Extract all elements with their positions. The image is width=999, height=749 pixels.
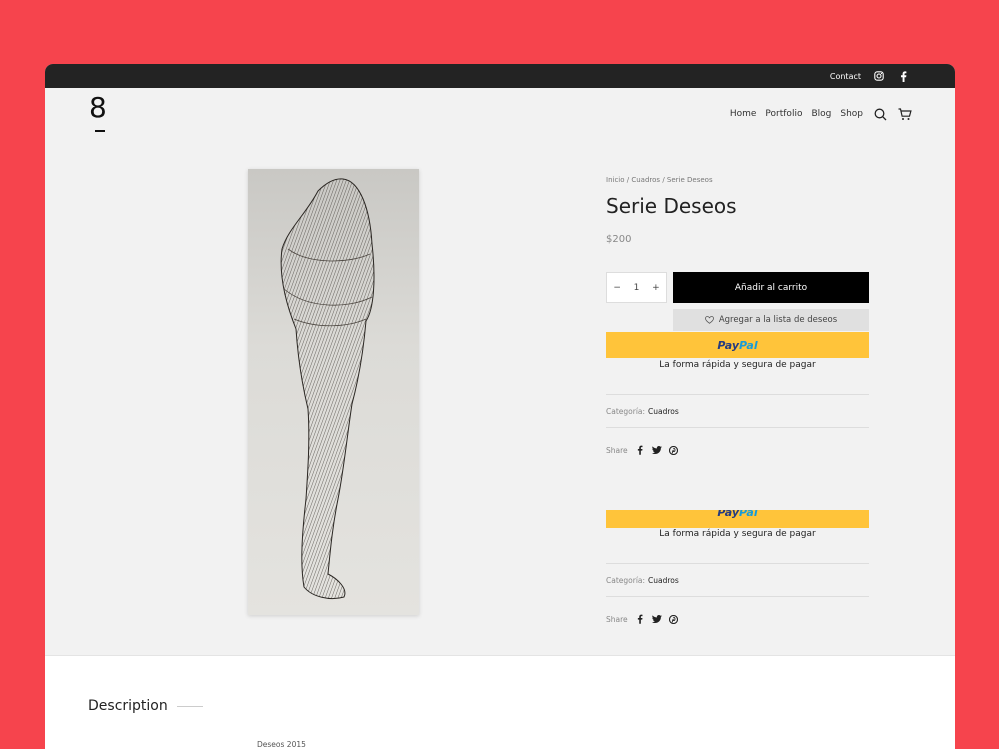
share-row: Share [606,445,679,455]
facebook-icon[interactable] [635,445,645,455]
description-underline [177,706,203,707]
quantity-input[interactable]: 1 [634,283,640,293]
quantity-minus-button[interactable]: − [613,283,621,293]
artwork-figure-drawing [280,178,375,600]
divider [606,563,869,564]
category-link[interactable]: Cuadros [648,407,679,416]
twitter-icon[interactable] [651,614,662,624]
twitter-icon[interactable] [651,445,662,455]
browser-window: Contact 8 Home Portfolio Blog Shop Inici… [45,64,955,749]
category-label: Categoría: [606,576,646,585]
heart-icon [704,316,714,324]
product-category: Categoría: Cuadros [606,407,679,416]
product-image[interactable] [248,169,419,615]
breadcrumb-inicio[interactable]: Inicio [606,176,625,184]
pinterest-icon[interactable] [669,445,679,455]
product-title: Serie Deseos [606,194,737,218]
contact-link[interactable]: Contact [830,72,861,81]
quantity-plus-button[interactable]: + [652,283,660,293]
share-label: Share [606,445,628,455]
paypal-pay-text: Pay [717,338,740,352]
wishlist-label: Agregar a la lista de deseos [718,315,838,325]
description-text: Deseos 2015 [257,740,306,749]
main-nav: Home Portfolio Blog Shop [730,106,913,122]
nav-shop[interactable]: Shop [840,109,863,119]
divider [606,394,869,395]
product-price: $200 [606,234,632,245]
paypal-pay-text: Pay [717,510,740,519]
breadcrumb: Inicio / Cuadros / Serie Deseos [606,176,713,184]
nav-blog[interactable]: Blog [811,109,831,119]
breadcrumb-sep: / [662,176,665,184]
paypal-button-secondary[interactable]: Pay Pal [606,510,869,528]
category-label: Categoría: [606,407,646,416]
pinterest-icon[interactable] [669,614,679,624]
paypal-pal-text: Pal [739,510,758,519]
quantity-stepper: − 1 + [606,272,667,303]
breadcrumb-cuadros[interactable]: Cuadros [631,176,660,184]
facebook-icon[interactable] [897,70,909,82]
product-category: Categoría: Cuadros [606,576,679,585]
site-logo[interactable]: 8 [89,94,107,122]
facebook-icon[interactable] [635,614,645,624]
search-icon[interactable] [872,106,888,122]
logo-underline [95,130,105,132]
paypal-pal-text: Pal [739,338,758,352]
divider [606,596,869,597]
site-header: 8 Home Portfolio Blog Shop [45,88,955,144]
category-link[interactable]: Cuadros [648,576,679,585]
cart-icon[interactable] [897,106,913,122]
breadcrumb-current: Serie Deseos [666,176,713,184]
share-row: Share [606,614,679,624]
breadcrumb-sep: / [626,176,630,184]
top-bar: Contact [45,64,955,88]
paypal-tagline: La forma rápida y segura de pagar [659,360,816,370]
description-section: Description Deseos 2015 [45,655,955,749]
divider [606,427,869,428]
nav-portfolio[interactable]: Portfolio [765,109,802,119]
paypal-tagline: La forma rápida y segura de pagar [659,529,816,539]
instagram-icon[interactable] [873,70,885,82]
nav-home[interactable]: Home [730,109,757,119]
add-to-wishlist-button[interactable]: Agregar a la lista de deseos [673,309,869,331]
share-label: Share [606,614,628,624]
paypal-button[interactable]: Pay Pal [606,332,869,358]
add-to-cart-button[interactable]: Añadir al carrito [673,272,869,303]
description-tab[interactable]: Description [88,698,168,714]
